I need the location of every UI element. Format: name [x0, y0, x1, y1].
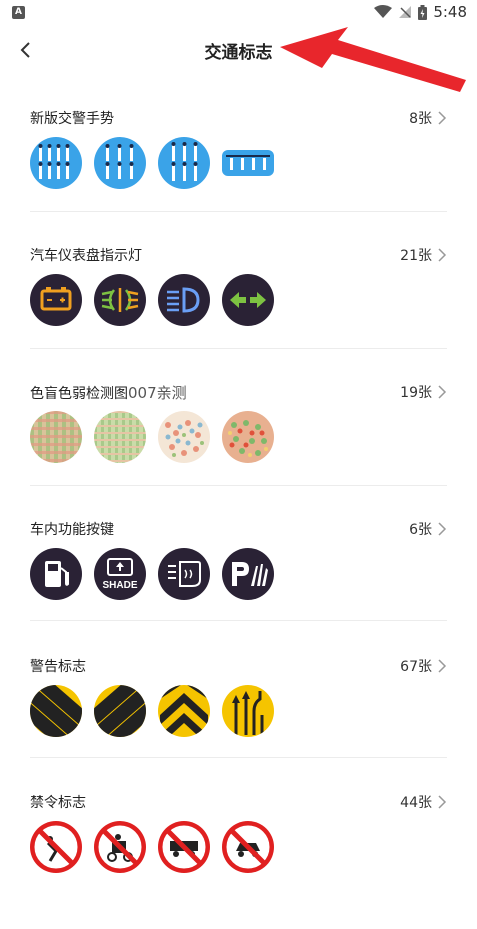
warning-sign-thumbnail[interactable] — [222, 685, 274, 737]
prohibition-sign-thumbnail[interactable] — [94, 821, 146, 873]
section-count: 67张 — [400, 659, 432, 675]
clock: 5:48 — [433, 3, 467, 21]
divider — [30, 348, 447, 349]
section-title: 汽车仪表盘指示灯 — [30, 248, 142, 264]
chevron-right-icon — [438, 385, 447, 399]
wifi-icon — [374, 5, 393, 18]
divider — [30, 757, 447, 758]
color-test-thumbnail[interactable] — [30, 411, 82, 463]
prohibition-sign-thumbnail[interactable] — [158, 821, 210, 873]
warning-sign-thumbnail[interactable] — [30, 685, 82, 737]
chevron-right-icon — [438, 795, 447, 809]
warning-sign-thumbnail[interactable] — [94, 685, 146, 737]
gesture-thumbnail[interactable] — [94, 137, 146, 189]
warning-sign-thumbnail[interactable] — [158, 685, 210, 737]
section-title: 警告标志 — [30, 659, 86, 675]
category-dashboard-indicators[interactable]: 汽车仪表盘指示灯 21张 — [0, 245, 477, 382]
chevron-right-icon — [438, 522, 447, 536]
section-title: 色盲色弱检测图007亲测 — [30, 384, 187, 402]
battery-warning-thumbnail[interactable] — [30, 274, 82, 326]
divider — [30, 485, 447, 486]
battery-icon — [418, 4, 428, 20]
high-beam-thumbnail[interactable] — [158, 274, 210, 326]
chevron-right-icon — [438, 659, 447, 673]
prohibition-sign-thumbnail[interactable] — [222, 821, 274, 873]
turn-signal-thumbnail[interactable] — [222, 274, 274, 326]
divider — [30, 620, 447, 621]
section-count: 6张 — [409, 522, 432, 538]
shade-button-thumbnail[interactable]: SHADE — [94, 548, 146, 600]
section-title: 车内功能按键 — [30, 522, 114, 538]
gesture-thumbnail[interactable] — [30, 137, 82, 189]
category-warning-signs[interactable]: 警告标志 67张 — [0, 656, 477, 793]
category-color-blindness-test[interactable]: 色盲色弱检测图007亲测 19张 — [0, 382, 477, 519]
section-title: 禁令标志 — [30, 795, 86, 811]
section-title: 新版交警手势 — [30, 111, 114, 127]
fuel-button-thumbnail[interactable] — [30, 548, 82, 600]
gesture-thumbnail[interactable] — [158, 137, 210, 189]
prohibition-sign-thumbnail[interactable] — [30, 821, 82, 873]
color-test-thumbnail[interactable] — [158, 411, 210, 463]
section-count: 21张 — [400, 248, 432, 264]
gesture-thumbnail[interactable] — [222, 150, 274, 176]
annotation-arrow-icon — [280, 27, 466, 92]
divider — [30, 211, 447, 212]
app-notification-icon: A — [12, 6, 25, 19]
category-prohibition-signs[interactable]: 禁令标志 44张 — [0, 792, 477, 929]
color-test-thumbnail[interactable] — [94, 411, 146, 463]
no-signal-icon — [399, 6, 412, 18]
category-traffic-police-gestures[interactable]: 新版交警手势 8张 — [0, 108, 477, 245]
section-count: 19张 — [400, 385, 432, 401]
shade-label: SHADE — [102, 580, 137, 591]
section-subtitle: 007亲测 — [128, 384, 187, 402]
chevron-right-icon — [438, 111, 447, 125]
fog-light-thumbnail[interactable] — [94, 274, 146, 326]
category-in-car-buttons[interactable]: 车内功能按键 6张 SHADE — [0, 519, 477, 656]
parking-assist-thumbnail[interactable] — [222, 548, 274, 600]
section-count: 8张 — [409, 111, 432, 127]
chevron-right-icon — [438, 248, 447, 262]
section-count: 44张 — [400, 795, 432, 811]
color-test-thumbnail[interactable] — [222, 411, 274, 463]
rear-defrost-thumbnail[interactable] — [158, 548, 210, 600]
